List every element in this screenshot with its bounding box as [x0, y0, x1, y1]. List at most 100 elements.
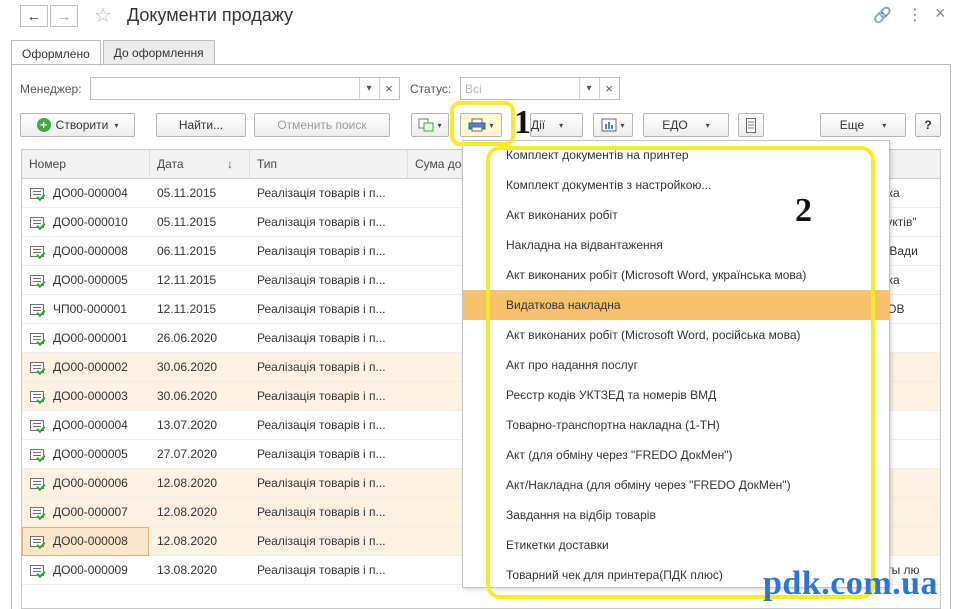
cell-date: 06.11.2015 [157, 244, 217, 258]
tab-oformleno[interactable]: Оформлено [11, 40, 101, 66]
close-icon[interactable]: × [935, 3, 946, 24]
cell-date: 12.08.2020 [157, 476, 218, 490]
cell-number: ДО00-000008 [53, 244, 128, 258]
cell-date: 05.11.2015 [157, 186, 217, 200]
cancel-search-button[interactable]: Отменить поиск [254, 113, 390, 137]
chevron-down-icon: ▾ [437, 120, 442, 130]
cell-date: 30.06.2020 [157, 360, 218, 374]
cell-number: ДО00-000002 [53, 360, 128, 374]
document-posted-icon [30, 449, 44, 460]
cell-number: ДО00-000005 [53, 447, 128, 461]
tab-label: Оформлено [22, 46, 90, 61]
cell-date: 27.07.2020 [157, 447, 218, 461]
cell-number: ЧП00-000001 [53, 302, 128, 316]
arrow-left-icon: ← [26, 7, 42, 25]
tab-do-oformlennya[interactable]: До оформлення [102, 40, 215, 65]
status-dropdown-button[interactable]: ▾ [579, 78, 598, 99]
document-posted-icon [30, 507, 44, 518]
manager-clear-button[interactable]: × [379, 78, 398, 99]
chevron-down-icon: ▾ [882, 120, 887, 130]
status-field[interactable]: Всі ▾ × [460, 77, 620, 100]
sort-arrow-icon: ↓ [227, 157, 233, 171]
cell-type: Реалізація товарів і п... [257, 447, 386, 461]
document-posted-icon [30, 217, 44, 228]
create-button[interactable]: + Створити ▾ [20, 113, 135, 137]
actions-button[interactable]: Дії ▾ [530, 113, 583, 137]
more-label: Еще [839, 118, 865, 132]
create-label: Створити [55, 118, 109, 132]
cell-type: Реалізація товарів і п... [257, 186, 386, 200]
list-settings-button[interactable] [738, 113, 764, 137]
chevron-down-icon: ▾ [114, 120, 119, 130]
cell-type: Реалізація товарів і п... [257, 534, 386, 548]
document-posted-icon [30, 304, 44, 315]
cell-type: Реалізація товарів і п... [257, 389, 386, 403]
document-posted-icon [30, 565, 44, 576]
status-placeholder: Всі [465, 82, 482, 96]
cancel-search-label: Отменить поиск [277, 118, 367, 132]
cell-date: 13.07.2020 [157, 418, 218, 432]
annotation-step-2: 2 [795, 192, 812, 229]
document-posted-icon [30, 391, 44, 402]
cell-type: Реалізація товарів і п... [257, 476, 386, 490]
column-type[interactable]: Тип [250, 150, 408, 179]
tab-bar: Оформлено До оформлення [11, 40, 217, 66]
cell-date: 12.08.2020 [157, 505, 218, 519]
document-posted-icon [30, 536, 44, 547]
cell-date: 30.06.2020 [157, 389, 218, 403]
cell-date: 26.06.2020 [157, 331, 218, 345]
list-icon [746, 117, 756, 133]
chevron-down-icon: ▾ [620, 120, 625, 130]
document-posted-icon [30, 275, 44, 286]
manager-field[interactable]: ▾ × [90, 77, 400, 100]
edo-button[interactable]: ЕДО ▾ [643, 113, 729, 137]
column-date[interactable]: Дата [150, 150, 250, 179]
help-button[interactable]: ? [915, 113, 941, 137]
cell-number: ДО00-000001 [53, 331, 128, 345]
chevron-down-icon: ▾ [705, 120, 710, 130]
cell-type: Реалізація товарів і п... [257, 418, 386, 432]
column-number[interactable]: Номер [22, 150, 150, 179]
annotation-highlight-menu [486, 146, 875, 599]
document-posted-icon [30, 333, 44, 344]
cell-type: Реалізація товарів і п... [257, 505, 386, 519]
document-posted-icon [30, 362, 44, 373]
cell-type: Реалізація товарів і п... [257, 273, 386, 287]
cell-number: ДО00-000010 [53, 215, 128, 229]
arrow-right-icon: → [56, 7, 72, 25]
more-button[interactable]: Еще ▾ [820, 113, 906, 137]
tab-label: До оформлення [113, 46, 204, 60]
forward-button[interactable]: → [50, 5, 78, 27]
back-button[interactable]: ← [20, 5, 48, 27]
status-label: Статус: [410, 82, 452, 96]
cell-number: ДО00-000004 [53, 186, 128, 200]
cell-date: 13.08.2020 [157, 563, 218, 577]
cell-number: ДО00-000008 [53, 534, 128, 548]
document-posted-icon [30, 188, 44, 199]
cell-type: Реалізація товарів і п... [257, 563, 386, 577]
watermark: pdk.com.ua [763, 565, 939, 602]
document-posted-icon [30, 478, 44, 489]
cell-date: 12.11.2015 [157, 273, 217, 287]
status-clear-button[interactable]: × [599, 78, 618, 99]
cell-type: Реалізація товарів і п... [257, 244, 386, 258]
report-icon [601, 118, 617, 132]
report-button[interactable]: ▾ [593, 113, 633, 137]
document-posted-icon [30, 246, 44, 257]
window-title: Документи продажу [127, 5, 294, 25]
more-icon[interactable]: ⋮ [907, 5, 923, 25]
annotation-step-1: 1 [514, 104, 531, 141]
find-label: Найти... [178, 118, 224, 132]
find-button[interactable]: Найти... [156, 113, 246, 137]
manager-dropdown-button[interactable]: ▾ [359, 78, 378, 99]
star-icon[interactable]: ☆ [94, 3, 112, 28]
cell-type: Реалізація товарів і п... [257, 215, 386, 229]
help-label: ? [924, 118, 932, 132]
cell-date: 12.11.2015 [157, 302, 217, 316]
cell-number: ДО00-000009 [53, 563, 128, 577]
link-icon[interactable]: 🔗 [873, 6, 892, 24]
title-bar: ← → ☆ Документи продажу 🔗 ⋮ × [0, 0, 955, 34]
annotation-highlight-print [450, 101, 515, 146]
based-on-icon [418, 118, 434, 132]
based-on-button[interactable]: ▾ [411, 113, 449, 137]
